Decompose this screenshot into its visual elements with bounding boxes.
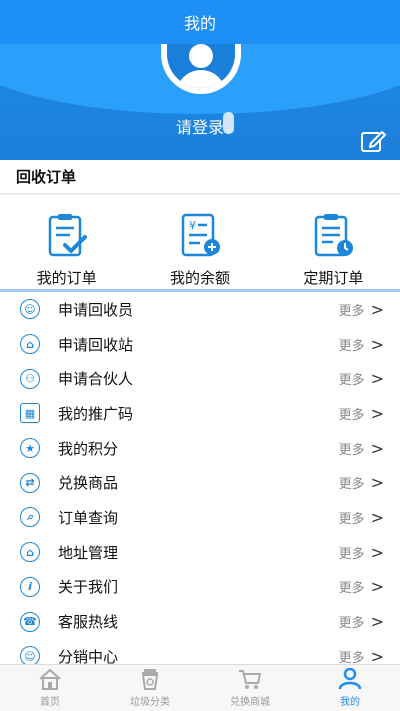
- more-link[interactable]: 更多: [339, 543, 365, 562]
- order-shortcuts: 我的订单 ¥ 我的余额 定期订单: [0, 195, 400, 289]
- distribution-icon: ☺: [20, 646, 40, 664]
- home-icon: ⌂: [20, 334, 40, 355]
- edit-icon[interactable]: [360, 128, 386, 154]
- menu-item-service[interactable]: ☎ 客服热线 更多 >: [0, 604, 400, 639]
- menu-item-points[interactable]: ★ 我的积分 更多 >: [0, 431, 400, 466]
- menu-item-label: 申请回收站: [58, 335, 134, 354]
- nav-mine-label: 我的: [340, 697, 360, 708]
- cart-icon: [239, 670, 262, 689]
- more-link[interactable]: 更多: [339, 439, 365, 458]
- bottom-nav: 首页 垃圾分类 兑换商城 我的: [0, 664, 400, 711]
- menu-item-label: 地址管理: [58, 543, 119, 562]
- menu-item-apply-partner[interactable]: ⚇ 申请合伙人 更多 >: [0, 361, 400, 396]
- more-link[interactable]: 更多: [339, 612, 365, 631]
- chevron-right-icon: >: [370, 299, 384, 319]
- chevron-right-icon: >: [370, 577, 384, 597]
- menu-item-label: 兑换商品: [58, 474, 119, 493]
- trash-icon: [141, 669, 159, 690]
- menu-item-apply-collector[interactable]: ☺ 申请回收员 更多 >: [0, 292, 400, 327]
- menu-item-promo-code[interactable]: ▦ 我的推广码 更多 >: [0, 396, 400, 431]
- chevron-right-icon: >: [370, 612, 384, 632]
- menu-item-address[interactable]: ⌂ 地址管理 更多 >: [0, 535, 400, 570]
- partner-icon: ⚇: [20, 368, 40, 389]
- section-title-orders: 回收订单: [0, 160, 400, 194]
- user-icon: [338, 668, 362, 690]
- profile-banner: 请登录: [0, 44, 400, 160]
- menu-item-label: 订单查询: [58, 508, 119, 527]
- more-link[interactable]: 更多: [339, 647, 365, 664]
- menu-item-label: 申请合伙人: [58, 370, 134, 389]
- service-icon: ☎: [20, 611, 40, 632]
- menu-item-apply-station[interactable]: ⌂ 申请回收站 更多 >: [0, 327, 400, 362]
- chevron-right-icon: >: [370, 334, 384, 354]
- chevron-right-icon: >: [370, 403, 384, 423]
- chevron-right-icon: >: [370, 646, 384, 664]
- nav-home-label: 首页: [40, 697, 60, 708]
- my-balance-label: 我的余额: [169, 269, 230, 287]
- scheduled-order-icon: [315, 214, 354, 257]
- more-link[interactable]: 更多: [339, 300, 365, 319]
- qrcode-icon: ▦: [20, 403, 40, 424]
- my-orders-label: 我的订单: [36, 269, 97, 287]
- chevron-right-icon: >: [370, 473, 384, 493]
- nav-mall[interactable]: 兑换商城: [200, 665, 300, 711]
- my-orders-button[interactable]: 我的订单: [0, 195, 133, 289]
- more-link[interactable]: 更多: [339, 404, 365, 423]
- order-search-icon: ⌕: [20, 507, 40, 528]
- menu-item-label: 客服热线: [58, 613, 119, 632]
- menu-item-label: 我的推广码: [58, 404, 134, 423]
- menu-item-distribution[interactable]: ☺ 分销中心 更多 >: [0, 639, 400, 664]
- menu-item-about[interactable]: i 关于我们 更多 >: [0, 570, 400, 605]
- menu-item-label: 关于我们: [58, 578, 119, 597]
- menu-item-exchange[interactable]: ⇄ 兑换商品 更多 >: [0, 465, 400, 500]
- menu-item-order-query[interactable]: ⌕ 订单查询 更多 >: [0, 500, 400, 535]
- more-link[interactable]: 更多: [339, 335, 365, 354]
- person-icon: ☺: [20, 299, 40, 320]
- home-icon: [39, 668, 61, 690]
- scheduled-orders-label: 定期订单: [303, 269, 364, 287]
- chevron-right-icon: >: [370, 507, 384, 527]
- svg-text:¥: ¥: [189, 219, 196, 232]
- balance-document-icon: ¥: [181, 213, 220, 257]
- points-icon: ★: [20, 438, 40, 459]
- nav-mine[interactable]: 我的: [300, 665, 400, 711]
- nav-home[interactable]: 首页: [0, 665, 100, 711]
- nav-sorting-label: 垃圾分类: [130, 697, 170, 708]
- page-title: 我的: [0, 0, 400, 44]
- more-link[interactable]: 更多: [339, 577, 365, 596]
- chevron-right-icon: >: [370, 369, 384, 389]
- menu-list: ☺ 申请回收员 更多 > ⌂ 申请回收站 更多 > ⚇ 申请合伙人 更多 > ▦…: [0, 292, 400, 664]
- info-icon: i: [20, 576, 40, 597]
- login-badge: [223, 112, 234, 134]
- my-balance-button[interactable]: ¥ 我的余额: [133, 195, 266, 289]
- nav-mall-label: 兑换商城: [230, 697, 270, 708]
- menu-item-label: 申请回收员: [58, 300, 134, 319]
- order-clipboard-icon: [48, 214, 87, 257]
- avatar-icon: [167, 44, 235, 88]
- chevron-right-icon: >: [370, 438, 384, 458]
- menu-item-label: 我的积分: [58, 439, 119, 458]
- chevron-right-icon: >: [370, 542, 384, 562]
- nav-sorting[interactable]: 垃圾分类: [100, 665, 200, 711]
- menu-item-label: 分销中心: [58, 647, 119, 664]
- scheduled-orders-button[interactable]: 定期订单: [267, 195, 400, 289]
- address-icon: ⌂: [20, 542, 40, 563]
- login-link[interactable]: 请登录: [0, 114, 400, 138]
- exchange-icon: ⇄: [20, 472, 40, 493]
- more-link[interactable]: 更多: [339, 508, 365, 527]
- more-link[interactable]: 更多: [339, 369, 365, 388]
- more-link[interactable]: 更多: [339, 473, 365, 492]
